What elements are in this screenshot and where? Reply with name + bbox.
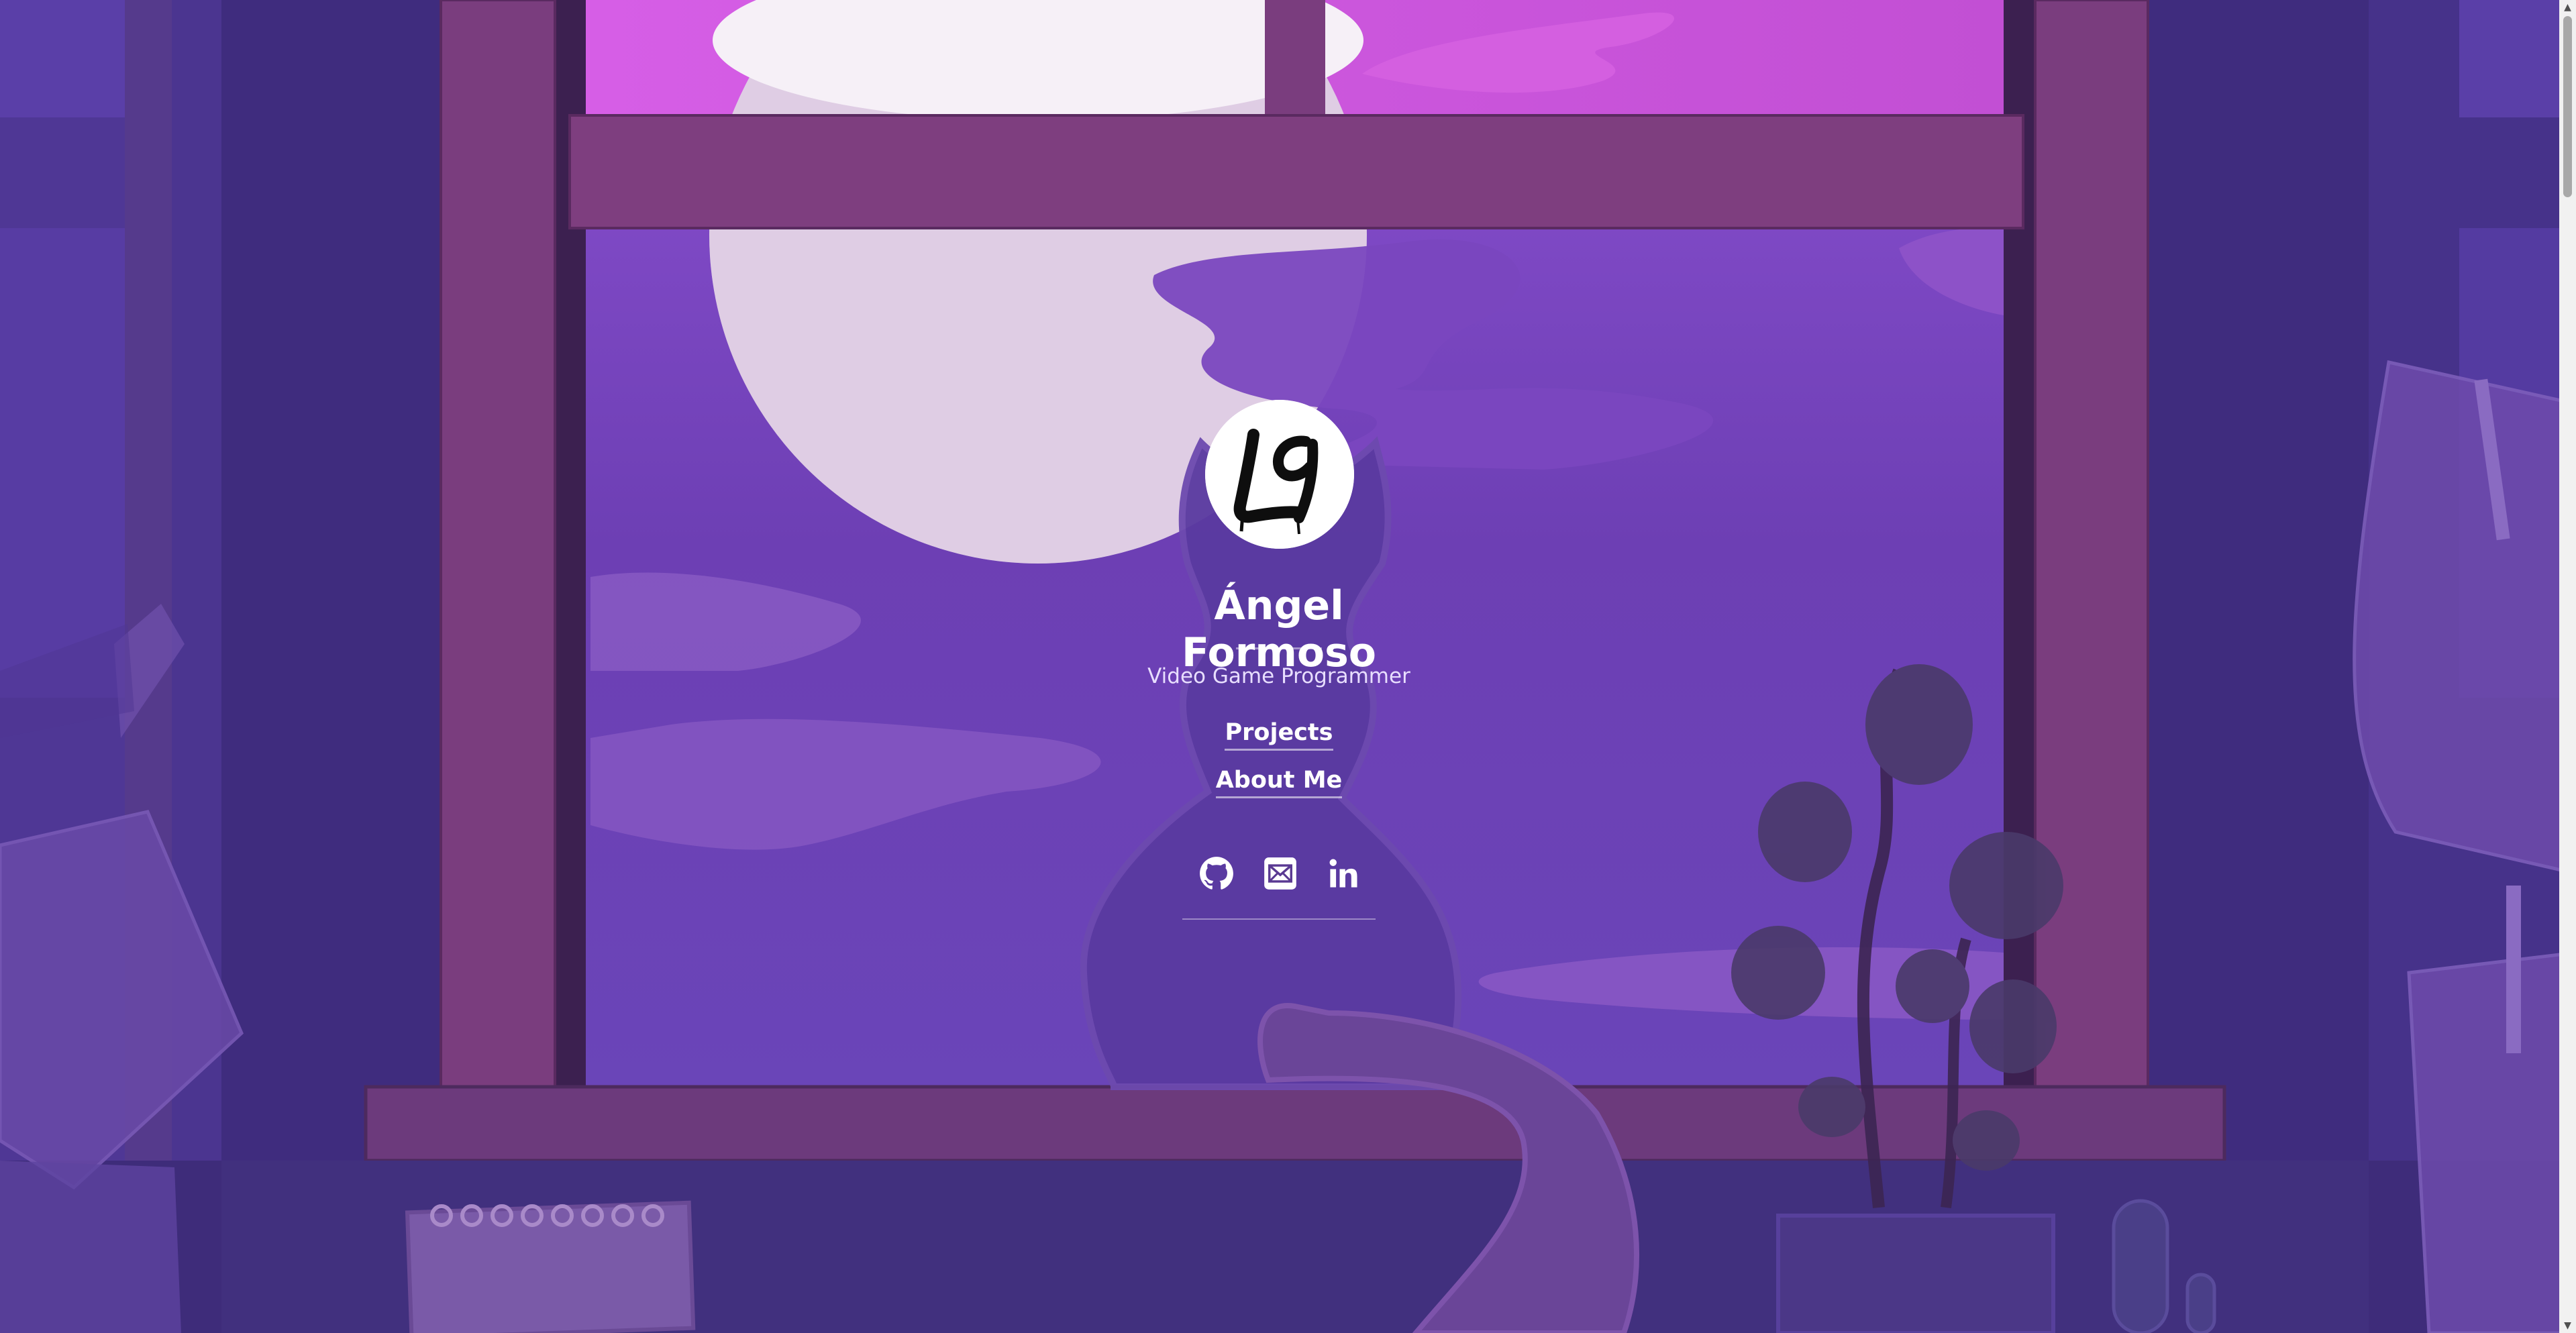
mail-icon[interactable] <box>1263 856 1298 891</box>
scroll-down-icon[interactable]: ▼ <box>2559 1318 2576 1333</box>
projects-link[interactable]: Projects <box>1111 718 1447 751</box>
scroll-thumb[interactable] <box>2563 16 2572 197</box>
social-divider <box>1182 918 1376 920</box>
scroll-up-icon[interactable]: ▲ <box>2559 0 2576 15</box>
calendar <box>405 1200 696 1333</box>
linkedin-icon[interactable] <box>1327 856 1361 891</box>
projects-label: Projects <box>1225 718 1333 751</box>
name-divider <box>1236 647 1322 649</box>
profile-name: Ángel Formoso <box>1181 582 1377 676</box>
page-scrollbar[interactable]: ▲ ▼ <box>2559 0 2576 1333</box>
profile-tagline: Video Game Programmer <box>1147 664 1410 688</box>
about-me-link[interactable]: About Me <box>1111 765 1447 798</box>
github-icon[interactable] <box>1199 856 1234 891</box>
social-links <box>1199 856 1360 894</box>
avatar <box>1205 400 1354 549</box>
l9-logo-icon <box>1205 400 1354 549</box>
about-me-label: About Me <box>1215 765 1343 798</box>
